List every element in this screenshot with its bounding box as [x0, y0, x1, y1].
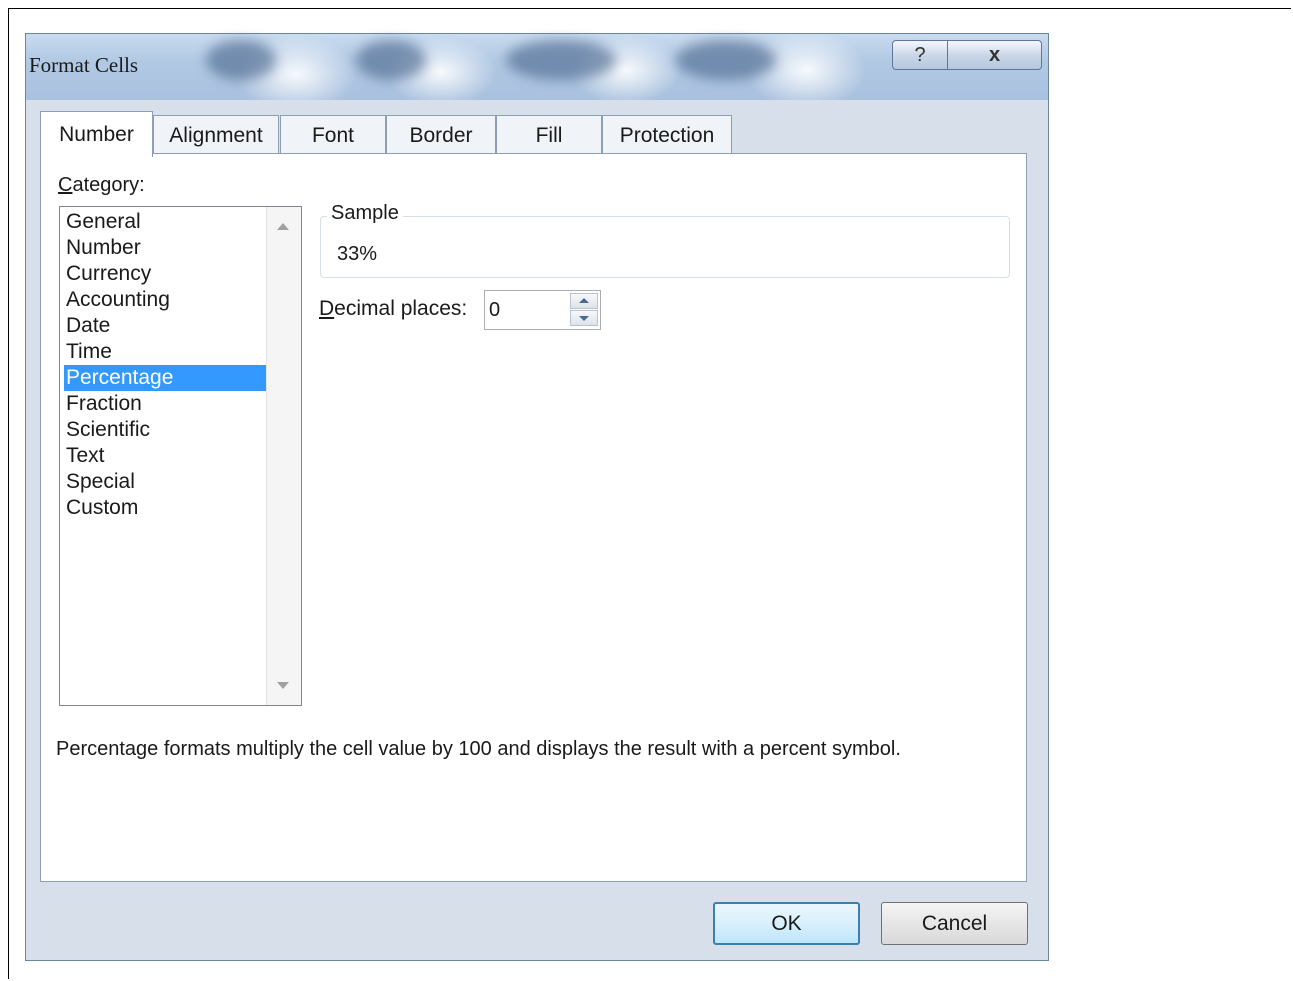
decimal-places-label: Decimal places: — [319, 297, 468, 320]
title-bar-decoration — [206, 40, 276, 80]
title-bar[interactable]: Format Cells ? x — [26, 34, 1048, 100]
list-item-accounting[interactable]: Accounting — [64, 287, 269, 313]
list-item-time[interactable]: Time — [64, 339, 269, 365]
scroll-up-icon[interactable] — [277, 223, 289, 230]
list-item-general[interactable]: General — [64, 209, 269, 235]
list-item-date[interactable]: Date — [64, 313, 269, 339]
list-item-scientific[interactable]: Scientific — [64, 417, 269, 443]
tab-number[interactable]: Number — [40, 111, 153, 157]
title-bar-decoration — [676, 40, 776, 80]
tab-protection[interactable]: Protection — [602, 115, 732, 155]
decimal-places-stepper[interactable] — [484, 290, 601, 330]
close-icon: x — [988, 43, 1001, 66]
scroll-down-icon[interactable] — [277, 682, 289, 689]
list-item-percentage[interactable]: Percentage — [64, 365, 269, 391]
window-title: Format Cells — [29, 53, 139, 77]
sample-value: 33% — [337, 243, 378, 265]
spin-up-button[interactable] — [570, 293, 598, 309]
list-item-special[interactable]: Special — [64, 469, 269, 495]
list-item-currency[interactable]: Currency — [64, 261, 269, 287]
title-bar-decoration — [506, 40, 616, 80]
tab-alignment[interactable]: Alignment — [153, 115, 279, 155]
list-item-text[interactable]: Text — [64, 443, 269, 469]
cancel-button[interactable]: Cancel — [881, 902, 1028, 945]
list-item-custom[interactable]: Custom — [64, 495, 269, 521]
tab-border[interactable]: Border — [386, 115, 496, 155]
title-bar-decoration — [356, 40, 426, 80]
category-label: Category: — [58, 174, 145, 196]
list-item-fraction[interactable]: Fraction — [64, 391, 269, 417]
category-listbox[interactable]: General Number Currency Accounting Date … — [59, 206, 302, 706]
tab-font[interactable]: Font — [280, 115, 386, 155]
close-button[interactable]: x — [947, 40, 1042, 70]
format-cells-dialog: Format Cells ? x Number Alignment Font B… — [25, 33, 1049, 961]
list-item-number[interactable]: Number — [64, 235, 269, 261]
category-scrollbar[interactable] — [266, 207, 301, 705]
spin-down-icon — [579, 316, 589, 321]
help-button[interactable]: ? — [892, 40, 948, 70]
ok-button[interactable]: OK — [713, 902, 860, 945]
category-description: Percentage formats multiply the cell val… — [56, 738, 901, 760]
spin-up-icon — [579, 298, 589, 303]
help-icon: ? — [914, 43, 926, 66]
sample-legend: Sample — [327, 202, 403, 225]
sample-group: Sample 33% — [320, 202, 1010, 278]
decimal-places-input[interactable] — [489, 295, 561, 325]
spin-down-button[interactable] — [570, 310, 598, 326]
tab-fill[interactable]: Fill — [496, 115, 602, 155]
number-tab-panel: Category: General Number Currency Accoun… — [40, 153, 1027, 882]
